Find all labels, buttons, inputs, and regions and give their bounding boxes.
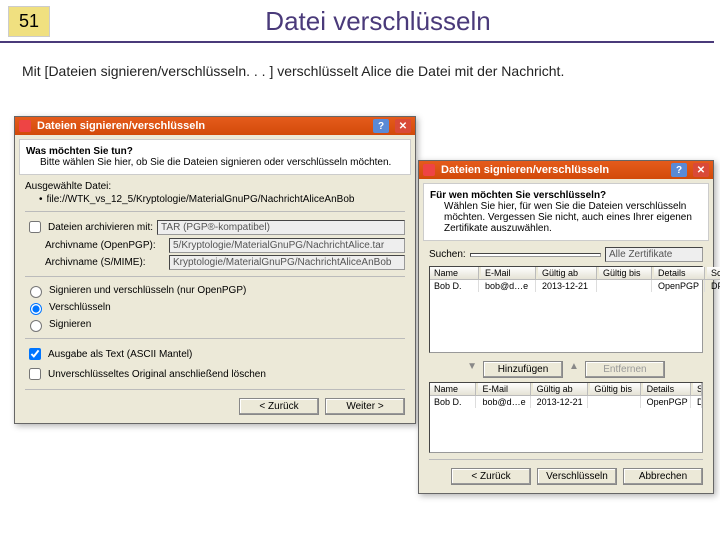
delete-orig-label: Unverschlüsseltes Original anschließend … xyxy=(48,369,266,380)
slide-title: Datei verschlüsseln xyxy=(50,6,706,37)
archname-pgp-label: Archivname (OpenPGP): xyxy=(25,240,165,251)
opt-sign-encrypt-label: Signieren und verschlüsseln (nur OpenPGP… xyxy=(49,285,246,296)
col-email[interactable]: E-Mail xyxy=(481,267,536,279)
archive-label: Dateien archivieren mit: xyxy=(48,222,153,233)
dialog2-subtext: Wählen Sie hier, für wen Sie die Dateien… xyxy=(444,201,702,234)
col-details[interactable]: Details xyxy=(654,267,705,279)
selected-table: Name E-Mail Gültig ab Gültig bis Details… xyxy=(429,382,703,453)
search-input[interactable] xyxy=(470,253,601,257)
remove-button[interactable]: Entfernen xyxy=(585,361,665,378)
dialog2-title: Dateien signieren/verschlüsseln xyxy=(441,164,609,176)
table-row[interactable]: Bob D. bob@d…e 2013-12-21 OpenPGP DFE16D… xyxy=(430,396,702,408)
ascii-label: Ausgabe als Text (ASCII Mantel) xyxy=(48,349,192,360)
cert-filter-select[interactable]: Alle Zertifikate xyxy=(605,247,703,262)
back-button[interactable]: < Zurück xyxy=(451,468,531,485)
candidate-table: Name E-Mail Gültig ab Gültig bis Details… xyxy=(429,266,703,353)
dialog2-heading: Für wen möchten Sie verschlüsseln? xyxy=(430,190,702,201)
col-key-id[interactable]: Schlüssel-K xyxy=(693,383,702,395)
selected-file-path: file://WTK_vs_12_5/Kryptologie/MaterialG… xyxy=(47,194,355,205)
col-valid-to[interactable]: Gültig bis xyxy=(590,383,640,395)
back-button[interactable]: < Zurück xyxy=(239,398,319,415)
help-icon[interactable]: ? xyxy=(671,163,687,177)
encrypt-button[interactable]: Verschlüsseln xyxy=(537,468,617,485)
col-email[interactable]: E-Mail xyxy=(478,383,530,395)
archive-type-select[interactable]: TAR (PGP®-kompatibel) xyxy=(157,220,405,235)
next-button[interactable]: Weiter > xyxy=(325,398,405,415)
opt-sign-label: Signieren xyxy=(49,319,91,330)
lock-icon xyxy=(19,120,31,132)
lock-icon xyxy=(423,164,435,176)
opt-sign-encrypt[interactable] xyxy=(30,286,42,298)
slide-number: 51 xyxy=(8,6,50,37)
search-label: Suchen: xyxy=(429,249,466,260)
cancel-button[interactable]: Abbrechen xyxy=(623,468,703,485)
col-valid-to[interactable]: Gültig bis xyxy=(599,267,652,279)
ascii-checkbox[interactable] xyxy=(29,348,41,360)
selected-file-label: Ausgewählte Datei: xyxy=(25,181,405,192)
opt-sign[interactable] xyxy=(30,320,42,332)
col-valid-from[interactable]: Gültig ab xyxy=(538,267,597,279)
opt-encrypt[interactable] xyxy=(30,303,42,315)
close-icon[interactable]: ✕ xyxy=(693,163,709,177)
dialog1-subtext: Bitte wählen Sie hier, ob Sie die Dateie… xyxy=(40,157,404,168)
col-valid-from[interactable]: Gültig ab xyxy=(533,383,589,395)
delete-orig-checkbox[interactable] xyxy=(29,368,41,380)
col-name[interactable]: Name xyxy=(430,383,476,395)
close-icon[interactable]: ✕ xyxy=(395,119,411,133)
archname-smime-label: Archivname (S/MIME): xyxy=(25,257,165,268)
col-key-id[interactable]: Schlüssel-K xyxy=(707,267,720,279)
add-button[interactable]: Hinzufügen xyxy=(483,361,563,378)
table-row[interactable]: Bob D. bob@d…e 2013-12-21 OpenPGP DFE16D… xyxy=(430,280,720,292)
col-details[interactable]: Details xyxy=(643,383,691,395)
archname-smime-input[interactable]: Kryptologie/MaterialGnuPG/NachrichtAlice… xyxy=(169,255,405,270)
dialog1-heading: Was möchten Sie tun? xyxy=(26,146,404,157)
archive-checkbox[interactable] xyxy=(29,221,41,233)
col-name[interactable]: Name xyxy=(430,267,479,279)
slide-description: Mit [Dateien signieren/verschlüsseln. . … xyxy=(22,63,700,79)
opt-encrypt-label: Verschlüsseln xyxy=(49,302,111,313)
dialog1-title: Dateien signieren/verschlüsseln xyxy=(37,120,205,132)
archname-pgp-input[interactable]: 5/Kryptologie/MaterialGnuPG/NachrichtAli… xyxy=(169,238,405,253)
help-icon[interactable]: ? xyxy=(373,119,389,133)
